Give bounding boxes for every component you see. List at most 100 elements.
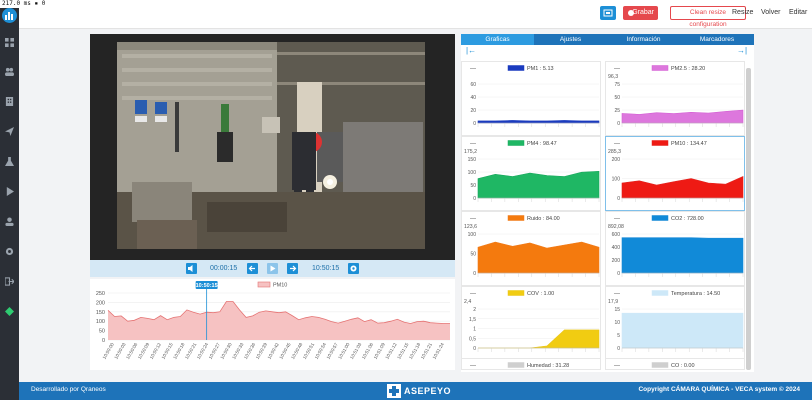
sensor-area — [621, 237, 744, 274]
y-tick-label: 1 — [473, 327, 476, 333]
chart-nav: |← →| — [461, 45, 754, 57]
video-frame[interactable] — [117, 42, 425, 249]
record-dot-icon — [628, 10, 634, 16]
sensor-chart-svg: — CO : 0.00 — [614, 362, 695, 369]
flask-icon[interactable] — [5, 157, 14, 166]
sensor-chart-svg: — Humedad : 31.28 — [470, 362, 569, 369]
panel-scrollbar[interactable] — [746, 68, 751, 370]
sensor-tabs: Graficas Ajustes Información Marcadores — [461, 34, 754, 45]
users-icon[interactable] — [5, 67, 14, 76]
arrow-left-icon — [248, 265, 255, 272]
sensor-legend: CO : 0.00 — [671, 363, 695, 369]
asepeyo-cross-icon — [387, 384, 401, 398]
tab-informacion[interactable]: Información — [607, 34, 680, 45]
sensor-legend: PM1 : 5.13 — [527, 66, 554, 72]
x-tick-label: 10:51:24 — [432, 342, 445, 360]
footer: Desarrollado por Qraneos ASEPEYO Copyrig… — [19, 382, 812, 400]
sensor-card-pm10[interactable]: — PM10 : 134.47 285,3 200 100 0 — [605, 136, 745, 211]
legend-swatch — [507, 215, 525, 221]
sensor-card-co[interactable]: — CO : 0.00 — [605, 358, 745, 370]
card-menu-icon[interactable]: — — [470, 363, 476, 369]
tab-marcadores[interactable]: Marcadores — [680, 34, 754, 45]
brand-name: ASEPEYO — [404, 386, 452, 396]
card-menu-icon[interactable]: — — [614, 141, 620, 147]
play-icon[interactable] — [5, 187, 14, 196]
sensor-card-cov[interactable]: — COV : 1.00 2,4 2 1,5 1 0,5 0 — [461, 286, 601, 361]
building-icon[interactable] — [5, 97, 14, 106]
tab-graficas[interactable]: Graficas — [461, 34, 534, 45]
nav-first-icon[interactable]: |← — [466, 46, 476, 55]
y-tick-label: 0 — [617, 121, 620, 127]
pm10-history-chart[interactable]: 250 200 150 100 50 0 10:50:00 10:50:03 10:50:06 1… — [90, 279, 455, 370]
app-logo-icon[interactable] — [2, 8, 17, 23]
dashboard-icon[interactable] — [5, 38, 14, 47]
tab-ajustes[interactable]: Ajustes — [534, 34, 607, 45]
card-menu-icon[interactable]: — — [614, 291, 620, 297]
workshop-video-image — [117, 42, 425, 249]
sensor-card-temperatura[interactable]: — Temperatura : 14.50 17,9 15 10 5 0 — [605, 286, 745, 361]
play-icon — [270, 265, 276, 272]
legend-swatch — [507, 362, 525, 368]
back-link[interactable]: Volver — [761, 6, 780, 20]
y-tick-label: 1,5 — [469, 317, 476, 323]
y-tick-label: 0 — [102, 338, 105, 344]
y-tick-label: 0 — [473, 121, 476, 127]
card-menu-icon[interactable]: — — [470, 66, 476, 72]
sensor-chart-svg: — PM1 : 5.13 60 40 20 0 — [470, 65, 600, 127]
send-icon[interactable] — [5, 127, 14, 136]
legend-swatch — [651, 65, 669, 71]
y-tick-label: 50 — [614, 95, 620, 101]
sensor-card-pm2-5[interactable]: — PM2.5 : 28.20 96,3 75 50 25 0 — [605, 61, 745, 136]
y-max-label: 892,08 — [608, 224, 624, 230]
legend-swatch — [651, 290, 669, 296]
legend-swatch — [507, 290, 525, 296]
y-tick-label: 0 — [617, 196, 620, 202]
y-tick-label: 100 — [96, 319, 105, 325]
card-menu-icon[interactable]: — — [470, 216, 476, 222]
sensor-legend: PM10 : 134.47 — [671, 141, 707, 147]
sensor-card-humedad[interactable]: — Humedad : 31.28 — [461, 358, 601, 370]
volume-button[interactable] — [186, 263, 197, 274]
y-tick-label: 0,5 — [469, 336, 476, 342]
y-max-label: 96,3 — [608, 74, 618, 80]
y-tick-label: 400 — [612, 245, 621, 251]
card-menu-icon[interactable]: — — [614, 363, 620, 369]
resize-link[interactable]: Resize — [732, 6, 753, 20]
player-controls: 00:00:15 10:50:15 — [90, 260, 455, 277]
edit-link[interactable]: Editar — [789, 6, 807, 20]
sensor-area — [477, 120, 600, 124]
nav-last-icon[interactable]: →| — [737, 46, 747, 55]
y-tick-label: 150 — [468, 157, 477, 163]
play-button[interactable] — [267, 263, 278, 274]
card-menu-icon[interactable]: — — [470, 141, 476, 147]
asepeyo-logo: ASEPEYO — [387, 383, 459, 399]
legend-swatch — [651, 215, 669, 221]
user-icon[interactable] — [5, 217, 14, 226]
y-tick-label: 200 — [612, 157, 621, 163]
logout-icon[interactable] — [5, 277, 14, 286]
sensor-area — [621, 176, 744, 199]
sensor-legend: PM2.5 : 28.20 — [671, 66, 705, 72]
record-button[interactable]: Grabar — [623, 6, 658, 20]
card-menu-icon[interactable]: — — [614, 216, 620, 222]
current-time: 00:00:15 — [210, 265, 238, 272]
step-back-button[interactable] — [247, 263, 258, 274]
legend-swatch — [651, 362, 669, 368]
y-tick-label: 5 — [617, 333, 620, 339]
legend-swatch — [257, 281, 271, 288]
card-menu-icon[interactable]: — — [614, 66, 620, 72]
y-tick-label: 0 — [617, 271, 620, 277]
sensor-card-ruido[interactable]: — Ruido : 84.00 123,6 100 50 0 — [461, 211, 601, 286]
performance-readout: 217.0 ms ▪ 0 — [0, 0, 48, 8]
step-forward-button[interactable] — [287, 263, 298, 274]
y-tick-label: 0 — [473, 196, 476, 202]
card-menu-icon[interactable]: — — [470, 291, 476, 297]
sensor-area — [621, 109, 744, 124]
sensor-card-pm4[interactable]: — PM4 : 98.47 175,2 150 100 50 0 — [461, 136, 601, 211]
camera-button[interactable] — [600, 6, 616, 20]
sensor-card-co2[interactable]: — CO2 : 728.00 892,08 600 400 200 0 — [605, 211, 745, 286]
player-settings-button[interactable] — [348, 263, 359, 274]
settings-icon[interactable] — [5, 247, 14, 256]
sensor-card-pm1[interactable]: — PM1 : 5.13 60 40 20 0 — [461, 61, 601, 136]
developer-credit: Desarrollado por Qraneos — [31, 386, 106, 393]
